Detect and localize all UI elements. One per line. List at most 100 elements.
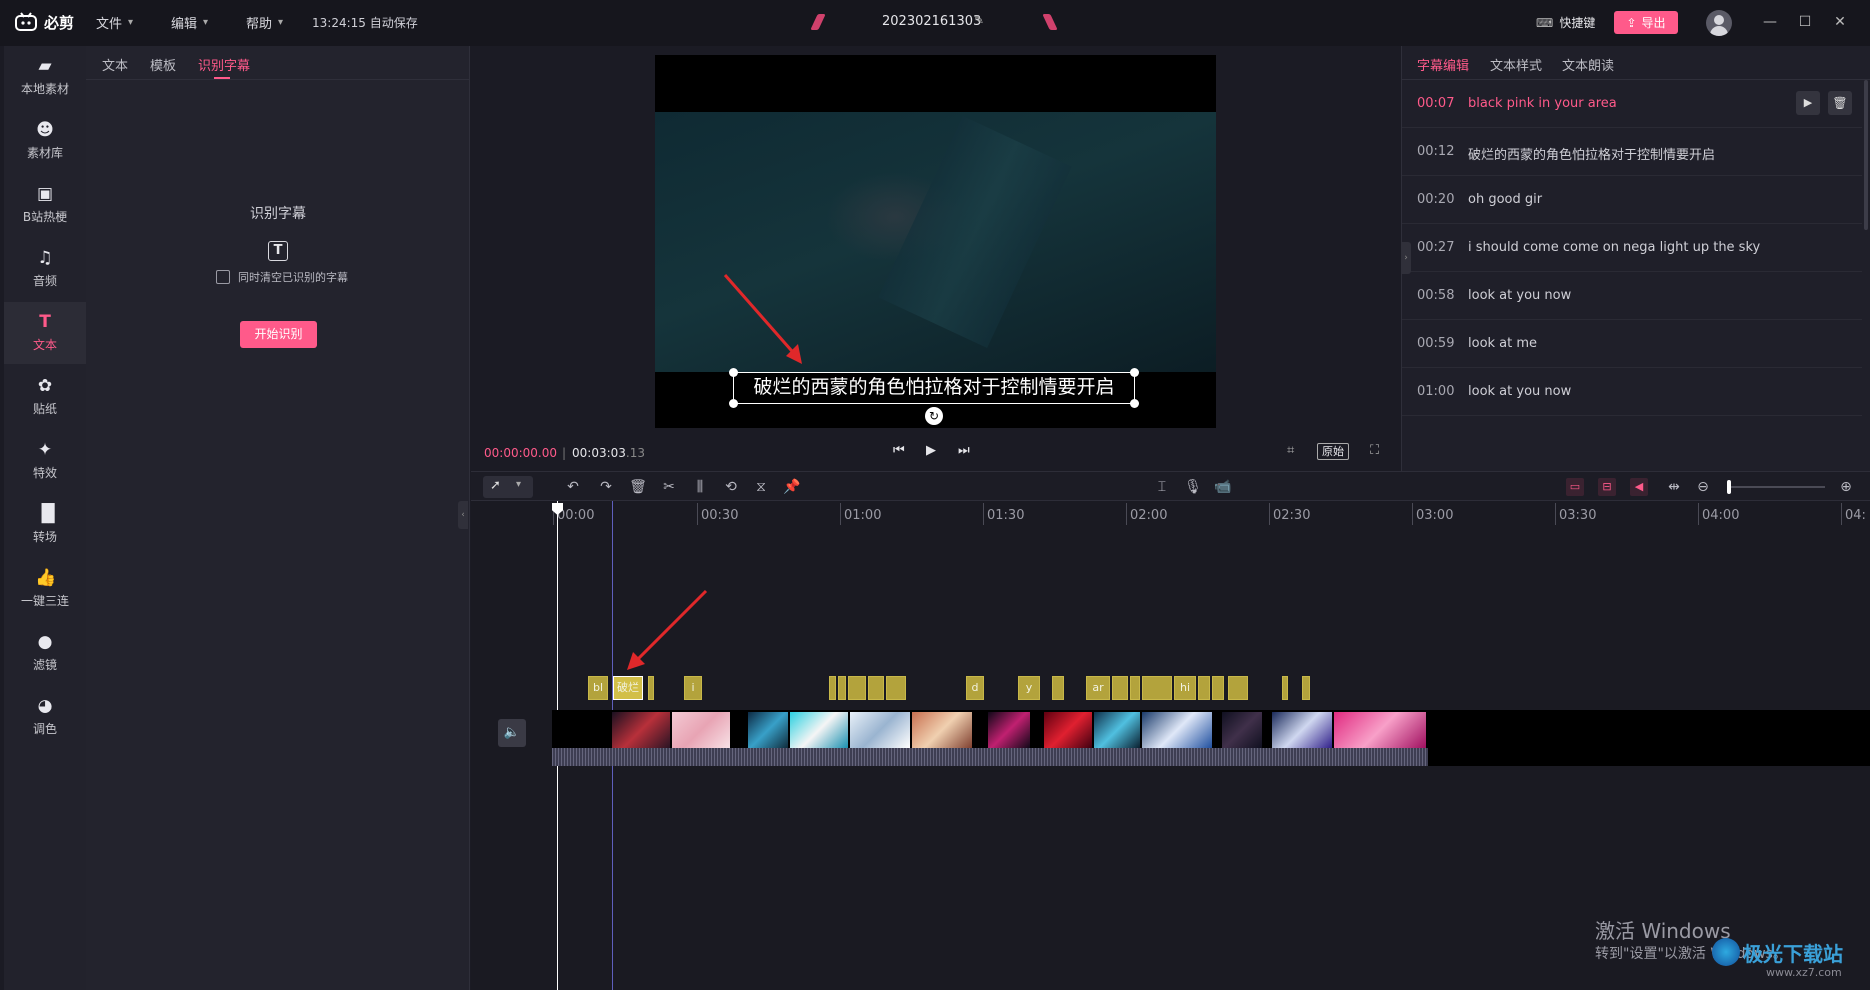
subtitle-clip[interactable]: ar xyxy=(1086,676,1110,700)
fullscreen-icon[interactable]: ⛶ xyxy=(1370,443,1379,458)
subtitle-clip[interactable] xyxy=(1130,676,1140,700)
play-icon[interactable]: ▶ xyxy=(1796,91,1820,115)
crop-icon[interactable]: ⌗ xyxy=(1287,443,1294,458)
rename-icon[interactable]: ✎ xyxy=(974,13,984,27)
audio-link-icon[interactable]: ◀ xyxy=(1630,478,1648,496)
snap-icon[interactable]: ▭ xyxy=(1566,478,1584,496)
subtitle-clip[interactable]: 破烂 xyxy=(613,676,643,700)
subtitle-row[interactable]: 00:58 look at you now xyxy=(1402,272,1862,320)
sidebar-item-filter[interactable]: ● 滤镜 xyxy=(4,622,86,684)
center-split-icon[interactable]: ⇹ xyxy=(1665,478,1683,496)
subtitle-clip[interactable] xyxy=(1212,676,1224,700)
reverse-icon[interactable]: ⟲ xyxy=(722,478,740,496)
subtitle-clip[interactable]: i xyxy=(684,676,702,700)
subtitle-clip[interactable]: d xyxy=(966,676,984,700)
sidebar-item-color-grade[interactable]: ◕ 调色 xyxy=(4,686,86,748)
tab-template[interactable]: 模板 xyxy=(150,55,176,74)
subtitle-clip[interactable] xyxy=(848,676,866,700)
delete-icon[interactable]: 🗑 xyxy=(629,478,647,496)
ruler-tick-label: 03:30 xyxy=(1559,508,1597,523)
subtitle-clip[interactable] xyxy=(1282,676,1288,700)
subtitle-clip[interactable] xyxy=(1198,676,1210,700)
zoom-slider-thumb[interactable] xyxy=(1727,480,1731,494)
subtitle-clip[interactable] xyxy=(1142,676,1172,700)
collapse-handle[interactable]: › xyxy=(1401,242,1411,274)
skip-forward-icon[interactable]: ⏭ xyxy=(958,443,970,458)
maximize-icon[interactable]: ☐ xyxy=(1795,12,1815,32)
ratio-button[interactable]: 原始 xyxy=(1317,443,1349,460)
subtitle-row[interactable]: 00:59 look at me xyxy=(1402,320,1862,368)
subtitle-row[interactable]: 00:12 破烂的西蒙的角色怕拉格对于控制情要开启 xyxy=(1402,128,1862,176)
sidebar-item-audio[interactable]: ♫ 音频 xyxy=(4,238,86,300)
resize-handle[interactable] xyxy=(1130,368,1139,377)
camera-icon[interactable]: 📹 xyxy=(1214,478,1232,496)
sidebar-item-local-media[interactable]: ▰ 本地素材 xyxy=(4,46,86,108)
subtitle-clip[interactable] xyxy=(886,676,906,700)
resize-handle[interactable] xyxy=(729,399,738,408)
subtitle-clip[interactable] xyxy=(1112,676,1128,700)
minimize-icon[interactable]: — xyxy=(1760,12,1780,32)
undo-icon[interactable]: ↶ xyxy=(564,478,582,496)
subtitle-clip[interactable] xyxy=(868,676,884,700)
trash-icon[interactable]: 🗑 xyxy=(1828,91,1852,115)
subtitle-clip[interactable]: y xyxy=(1018,676,1040,700)
sidebar-item-transition[interactable]: ▐▌ 转场 xyxy=(4,494,86,556)
menu-help[interactable]: 帮助 ▾ xyxy=(246,13,283,32)
shortcut-button[interactable]: ⌨ 快捷键 xyxy=(1536,14,1595,31)
zoom-slider[interactable] xyxy=(1727,480,1825,494)
track-mute-button[interactable]: 🔈 xyxy=(498,719,526,747)
sidebar-item-material-library[interactable]: ☻ 素材库 xyxy=(4,110,86,172)
export-button[interactable]: ⇪ 导出 xyxy=(1614,11,1678,34)
select-tool-dropdown[interactable]: ➚ ▾ xyxy=(483,476,533,498)
tab-text[interactable]: 文本 xyxy=(102,55,128,74)
microphone-icon[interactable]: 🎙 xyxy=(1184,478,1202,496)
time-ruler[interactable]: 00:00 00:30 01:00 01:30 02:00 02:30 03:0… xyxy=(471,501,1870,527)
menu-file[interactable]: 文件 ▾ xyxy=(96,13,133,32)
sidebar-item-bilibili-memes[interactable]: ▣ B站热梗 xyxy=(4,174,86,236)
play-icon[interactable]: ▶ xyxy=(926,443,936,458)
video-preview[interactable]: 破烂的西蒙的角色怕拉格对于控制情要开启 ↻ xyxy=(655,55,1216,428)
skip-back-icon[interactable]: ⏮ xyxy=(893,443,905,458)
sidebar-item-sticker[interactable]: ✿ 贴纸 xyxy=(4,366,86,428)
pin-icon[interactable]: 📌 xyxy=(783,478,801,496)
subtitle-row[interactable]: 00:07 black pink in your area ▶ 🗑 xyxy=(1402,80,1862,128)
cut-icon[interactable]: ✂ xyxy=(660,478,678,496)
tab-recognize-subtitle[interactable]: 识别字幕 xyxy=(198,55,250,74)
zoom-out-icon[interactable]: ⊖ xyxy=(1694,478,1712,496)
menu-help-label: 帮助 xyxy=(246,17,273,32)
split-icon[interactable]: ⫼ xyxy=(691,478,709,496)
sidebar-item-effects[interactable]: ✦ 特效 xyxy=(4,430,86,492)
scrollbar[interactable] xyxy=(1864,80,1868,230)
subtitle-row[interactable]: 00:27 i should come come on nega light up… xyxy=(1402,224,1862,272)
subtitle-clip[interactable] xyxy=(1228,676,1248,700)
menu-edit[interactable]: 编辑 ▾ xyxy=(171,13,208,32)
subtitle-clip[interactable] xyxy=(1052,676,1064,700)
zoom-in-icon[interactable]: ⊕ xyxy=(1837,478,1855,496)
resize-handle[interactable] xyxy=(1130,399,1139,408)
sidebar-item-text[interactable]: T 文本 xyxy=(4,302,86,364)
subtitle-clip[interactable] xyxy=(829,676,836,700)
subtitle-clip[interactable] xyxy=(838,676,846,700)
checkbox-box[interactable] xyxy=(216,270,230,284)
subtitle-row[interactable]: 01:00 look at you now xyxy=(1402,368,1862,416)
link-icon[interactable]: ⊟ xyxy=(1598,478,1616,496)
tab-text-style[interactable]: 文本样式 xyxy=(1490,55,1542,74)
redo-icon[interactable]: ↷ xyxy=(597,478,615,496)
mirror-icon[interactable]: ⧖ xyxy=(752,478,770,496)
rotate-icon[interactable]: ↻ xyxy=(925,407,943,425)
clear-recognized-checkbox[interactable]: 同时清空已识别的字幕 xyxy=(216,269,348,285)
subtitle-row[interactable]: 00:20 oh good gir xyxy=(1402,176,1862,224)
tab-subtitle-edit[interactable]: 字幕编辑 xyxy=(1417,55,1469,74)
start-recognize-button[interactable]: 开始识别 xyxy=(240,321,317,348)
tab-text-reading[interactable]: 文本朗读 xyxy=(1562,55,1614,74)
subtitle-clip[interactable] xyxy=(648,676,654,700)
collapse-handle[interactable]: ‹ xyxy=(458,501,468,529)
recognize-text-icon[interactable]: ⌶ xyxy=(1153,478,1171,496)
close-icon[interactable]: ✕ xyxy=(1830,12,1850,32)
subtitle-clip[interactable]: hi xyxy=(1174,676,1196,700)
subtitle-clip[interactable] xyxy=(1302,676,1310,700)
subtitle-clip[interactable]: bl xyxy=(588,676,608,700)
sidebar-item-triple[interactable]: 👍 一键三连 xyxy=(4,558,86,620)
subtitle-selection-box[interactable]: 破烂的西蒙的角色怕拉格对于控制情要开启 xyxy=(729,368,1139,408)
avatar[interactable] xyxy=(1706,10,1732,36)
